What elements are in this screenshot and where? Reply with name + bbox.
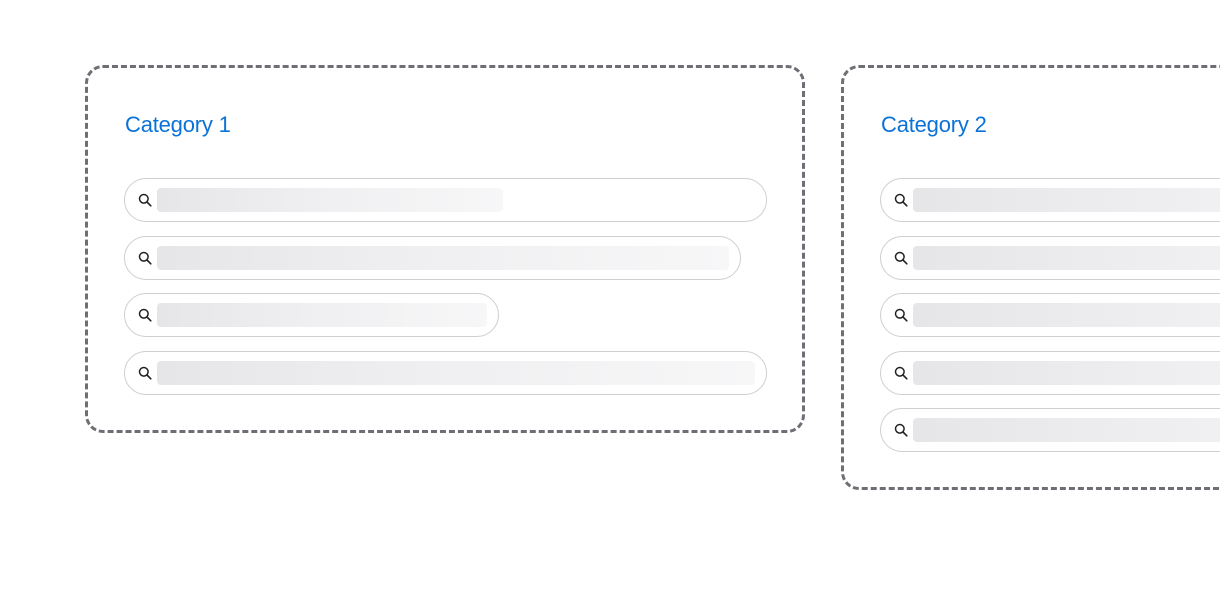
search-icon [137,192,153,208]
search-icon [893,307,909,323]
search-suggestion[interactable] [124,293,499,337]
search-icon [137,365,153,381]
category-title: Category 1 [125,112,231,137]
search-suggestion-list [124,178,767,408]
suggestion-text-placeholder [157,303,487,327]
search-icon [893,365,909,381]
search-suggestion[interactable] [880,408,1220,452]
search-suggestion-list [880,178,1220,466]
suggestion-text-placeholder [913,245,1220,270]
search-suggestion[interactable] [880,235,1220,280]
search-icon [137,250,153,266]
suggestion-text-placeholder [913,360,1220,385]
search-icon [893,422,909,438]
category-card: Category 1 [85,65,805,433]
category-title: Category 2 [881,112,987,137]
suggestion-text-placeholder [913,418,1220,442]
suggestion-text-placeholder [157,360,755,385]
category-card: Category 2 [841,65,1220,490]
search-suggestion[interactable] [124,178,767,222]
search-icon [137,307,153,323]
search-suggestion[interactable] [880,293,1220,337]
suggestion-text-placeholder [157,188,503,212]
search-suggestion[interactable] [880,350,1220,395]
suggestion-text-placeholder [913,303,1220,327]
suggestion-text-placeholder [157,245,729,270]
canvas: Category 1 Category 2 [0,0,1220,606]
search-suggestion[interactable] [124,350,767,395]
search-suggestion[interactable] [124,235,741,280]
search-suggestion[interactable] [880,178,1220,222]
search-icon [893,250,909,266]
search-icon [893,192,909,208]
suggestion-text-placeholder [913,188,1220,212]
